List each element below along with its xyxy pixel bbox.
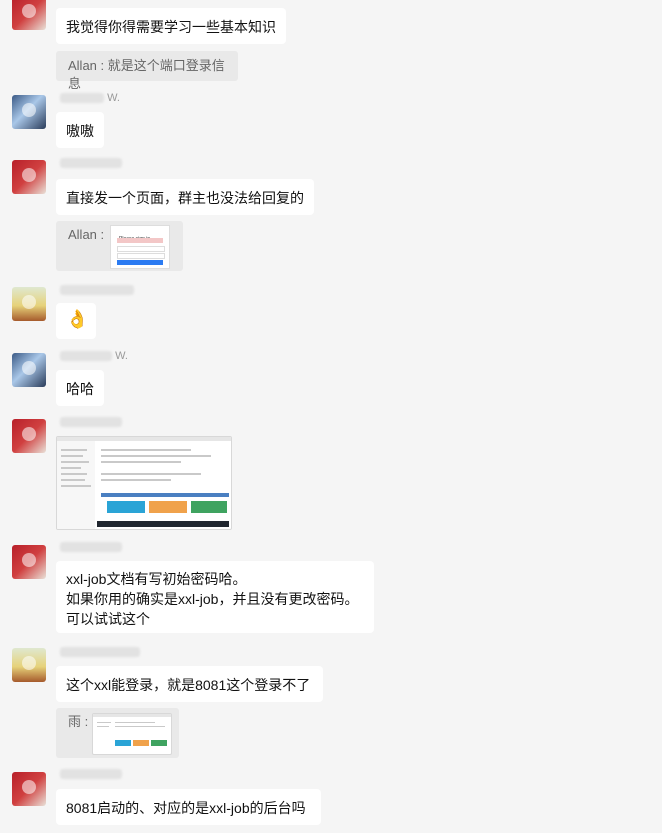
quoted-label: Allan : <box>68 227 105 242</box>
message-bubble[interactable]: 👌 <box>56 303 96 339</box>
sender-name-blurred <box>60 417 122 428</box>
sender-name-blurred <box>60 769 122 780</box>
sender-name <box>56 157 122 169</box>
message-bubble[interactable]: 8081启动的、对应的是xxl-job的后台吗 <box>56 789 321 825</box>
quoted-image-message[interactable]: 雨 : <box>56 708 179 758</box>
avatar[interactable] <box>12 353 46 387</box>
message-text: 我觉得你得需要学习一些基本知识 <box>66 19 276 35</box>
text-line <box>97 726 109 727</box>
avatar-face-icon <box>22 295 36 309</box>
sender-name-suffix: W. <box>115 350 128 362</box>
quoted-message[interactable]: Allan : 就是这个端口登录信息 <box>56 51 238 91</box>
quoted-text: Allan : 就是这个端口登录信息 <box>68 58 225 91</box>
ok-hand-emoji: 👌 <box>66 309 89 329</box>
text-line <box>101 461 181 463</box>
avatar-face-icon <box>22 427 36 441</box>
text-line <box>101 479 171 481</box>
sender-name-suffix: W. <box>107 92 120 104</box>
screenshot-image[interactable] <box>56 436 232 530</box>
avatar[interactable] <box>12 0 46 30</box>
message-bubble[interactable]: 我觉得你得需要学习一些基本知识 <box>56 8 286 44</box>
sender-name-blurred <box>60 351 112 362</box>
message-bubble[interactable]: 嗷嗷 <box>56 112 104 148</box>
avatar[interactable] <box>12 648 46 682</box>
text-line <box>115 726 165 727</box>
window-titlebar <box>93 714 171 717</box>
text-line <box>101 455 211 457</box>
message-bubble[interactable]: 这个xxl能登录，就是8081这个登录不了 <box>56 666 323 702</box>
sender-name-blurred <box>60 647 140 658</box>
avatar-face-icon <box>22 361 36 375</box>
taskbar <box>97 521 229 527</box>
message-bubble[interactable]: xxl-job文档有写初始密码哈。 如果你用的确实是xxl-job，并且没有更改… <box>56 561 374 633</box>
avatar-face-icon <box>22 553 36 567</box>
avatar-face-icon <box>22 103 36 117</box>
sender-name <box>56 646 140 658</box>
quoted-image-message[interactable]: Allan : Please sign in <box>56 221 183 271</box>
sender-name: W. <box>56 350 128 362</box>
login-password-field <box>117 253 165 259</box>
message-bubble[interactable]: 直接发一个页面，群主也没法给回复的 <box>56 179 314 215</box>
message-line: 如果你用的确实是xxl-job，并且没有更改密码。 <box>66 591 359 607</box>
text-line <box>115 722 155 723</box>
message-text: 8081启动的、对应的是xxl-job的后台吗 <box>66 800 306 816</box>
message-text: 哈哈 <box>66 381 94 397</box>
text-line <box>61 473 87 475</box>
text-line <box>97 722 111 723</box>
text-line <box>61 479 85 481</box>
text-line <box>61 461 89 463</box>
avatar-face-icon <box>22 168 36 182</box>
quoted-screenshot-thumbnail[interactable] <box>92 713 172 755</box>
avatar[interactable] <box>12 545 46 579</box>
info-tile-orange <box>133 740 149 746</box>
avatar[interactable] <box>12 419 46 453</box>
info-tile-green <box>191 501 227 513</box>
sender-name: W. <box>56 92 120 104</box>
sender-name-blurred <box>60 158 122 169</box>
login-username-field <box>117 246 165 252</box>
sender-name <box>56 416 122 428</box>
text-line <box>61 467 81 469</box>
sender-name-blurred <box>60 93 104 104</box>
login-button <box>117 260 163 265</box>
avatar[interactable] <box>12 160 46 194</box>
login-page-thumbnail[interactable]: Please sign in <box>110 225 170 269</box>
message-text: 这个xxl能登录，就是8081这个登录不了 <box>66 677 311 693</box>
avatar[interactable] <box>12 287 46 321</box>
message-line: 可以试试这个 <box>66 611 150 627</box>
message-line: xxl-job文档有写初始密码哈。 <box>66 571 247 587</box>
text-line <box>101 473 201 475</box>
text-line <box>101 449 191 451</box>
quoted-label: 雨 : <box>68 714 89 729</box>
avatar-face-icon <box>22 4 36 18</box>
avatar-face-icon <box>22 656 36 670</box>
text-line <box>61 455 83 457</box>
info-tile-orange <box>149 501 187 513</box>
sender-name <box>56 284 134 296</box>
sender-name <box>56 541 122 553</box>
text-line <box>61 449 87 451</box>
info-tile-green <box>151 740 167 746</box>
avatar[interactable] <box>12 772 46 806</box>
login-error-bar <box>117 238 163 243</box>
message-text: 嗷嗷 <box>66 123 94 139</box>
sender-name-blurred <box>60 285 134 296</box>
info-tile-blue <box>107 501 145 513</box>
text-line <box>61 485 91 487</box>
message-text: 直接发一个页面，群主也没法给回复的 <box>66 190 304 206</box>
app-header-bar <box>101 493 229 497</box>
info-tile-blue <box>115 740 131 746</box>
message-bubble[interactable]: 哈哈 <box>56 370 104 406</box>
avatar[interactable] <box>12 95 46 129</box>
sender-name-blurred <box>60 542 122 553</box>
sender-name <box>56 768 122 780</box>
avatar-face-icon <box>22 780 36 794</box>
